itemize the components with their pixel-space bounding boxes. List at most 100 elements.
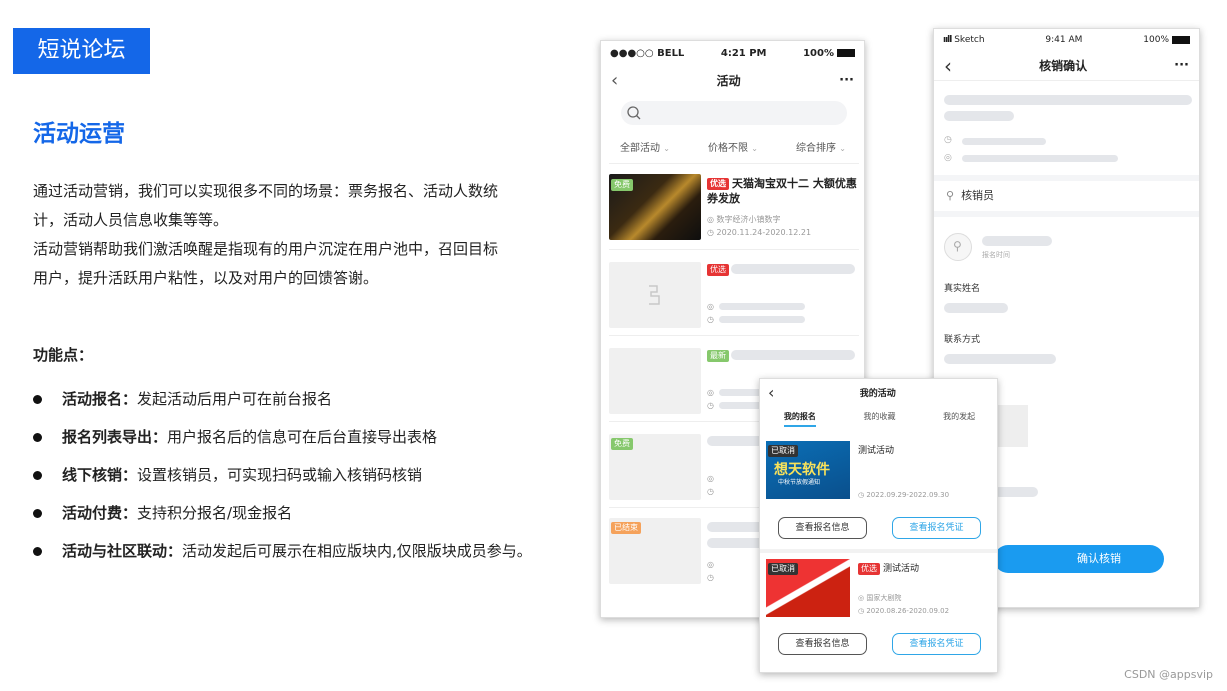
contact-label: 联系方式 <box>944 335 981 345</box>
view-signup-voucher-button[interactable]: 查看报名凭证 <box>892 517 981 539</box>
bullet-icon <box>33 394 42 404</box>
extra-placeholder <box>994 487 1038 497</box>
status-cancelled-badge: 已取消 <box>768 563 798 575</box>
time-placeholder <box>962 138 1046 145</box>
contact-placeholder <box>944 354 1056 364</box>
filter-all-activities[interactable]: 全部活动 ⌄ <box>620 139 670 154</box>
location-icon: ◎ <box>858 594 865 602</box>
battery-icon <box>1172 35 1190 44</box>
feature-name: 报名列表导出： <box>62 428 168 446</box>
bullet-icon <box>33 508 42 518</box>
feature-item: 报名列表导出： 用户报名后的信息可在后台直接导出表格 <box>33 418 532 456</box>
clock-icon: ◷ <box>707 487 714 496</box>
my-activities-screen: ‹ 我的活动 我的报名 我的收藏 我的发起 已取消 想天软件 中秋节放假通知 测… <box>759 378 998 673</box>
intro-line: 用户，提升活跃用户粘性，以及对用户的回馈答谢。 <box>33 269 379 287</box>
activity-card-placeholder[interactable]: 优选 ◎ ◷ <box>609 249 859 328</box>
featured-badge: 优选 <box>858 563 880 575</box>
section-heading: 活动运营 <box>33 121 125 147</box>
banner-title: 想天软件 <box>774 462 830 478</box>
tab-my-favorites[interactable]: 我的收藏 <box>863 411 895 427</box>
title-placeholder <box>944 95 1192 105</box>
view-signup-voucher-button[interactable]: 查看报名凭证 <box>892 633 981 655</box>
signup-item: 已取消 优选 测试活动 ◎ 国家大剧院 ◷ 2020.08.26-2020.09.… <box>760 555 997 665</box>
battery-icon <box>836 48 855 57</box>
bullet-icon <box>33 432 42 442</box>
status-bar: ııll Sketch 9:41 AM 100% <box>934 29 1199 51</box>
features-heading: 功能点： <box>33 346 94 364</box>
user-icon: ⚲ <box>953 239 962 253</box>
feature-item: 线下核销： 设置核销员，可实现扫码或输入核销码核销 <box>33 456 532 494</box>
featured-badge: 优选 <box>707 178 729 190</box>
chevron-down-icon: ⌄ <box>663 144 670 153</box>
title-placeholder <box>707 538 767 548</box>
feature-name: 活动报名： <box>62 390 138 408</box>
intro-text: 通过活动营销，我们可以实现很多不同的场景：票务报名、活动人数统 计，活动人员信息… <box>33 177 533 293</box>
watermark: CSDN @appsvip <box>1124 668 1213 681</box>
confirm-verification-button[interactable]: 确认核销 <box>994 545 1164 573</box>
clock-icon: ◷ <box>707 401 714 410</box>
location-icon: ◎ <box>707 560 714 569</box>
activity-location: ◎ 数字经济小镇数字 <box>707 215 781 224</box>
feature-desc: 用户报名后的信息可在后台直接导出表格 <box>167 428 438 446</box>
filter-sort[interactable]: 综合排序 ⌄ <box>796 139 846 154</box>
banner-subtitle: 中秋节放假通知 <box>778 479 821 486</box>
activity-card[interactable]: 免费 优选 天猫淘宝双十二 大额优惠券发放 ◎ 数字经济小镇数字 ◷ 2020.1… <box>609 163 859 241</box>
newest-badge: 最新 <box>707 350 729 362</box>
feature-name: 活动付费： <box>62 504 138 522</box>
feature-desc: 活动发起后可展示在相应版块内,仅限版块成员参与。 <box>182 542 532 560</box>
real-name-placeholder <box>944 303 1008 313</box>
bullet-icon <box>33 546 42 556</box>
location-icon: ◎ <box>944 153 952 163</box>
filter-price[interactable]: 价格不限 ⌄ <box>708 139 758 154</box>
clock-icon: ◷ <box>858 607 865 615</box>
verifier-row: ⚲ 核销员 <box>946 189 995 202</box>
feature-desc: 支持积分报名/现金报名 <box>137 504 293 522</box>
back-icon[interactable]: ‹ <box>611 70 618 91</box>
view-signup-info-button[interactable]: 查看报名信息 <box>778 633 867 655</box>
nav-bar: ‹ 核销确认 ··· <box>934 51 1199 81</box>
tab-my-created[interactable]: 我的发起 <box>943 411 975 427</box>
user-name-placeholder <box>982 236 1052 246</box>
brand-tag: 短说论坛 <box>13 28 150 74</box>
search-icon <box>627 106 641 120</box>
person-icon: ⚲ <box>946 189 955 202</box>
activity-dates: ◷ 2022.09.29-2022.09.30 <box>858 491 950 499</box>
nav-bar: ‹ 我的活动 <box>760 379 997 405</box>
clock-label: 4:21 PM <box>720 47 767 59</box>
back-icon[interactable]: ‹ <box>944 54 952 78</box>
more-icon[interactable]: ··· <box>839 73 854 88</box>
free-badge: 免费 <box>611 179 633 191</box>
location-placeholder <box>962 155 1118 162</box>
title-placeholder <box>707 522 767 532</box>
chevron-down-icon: ⌄ <box>839 144 846 153</box>
feature-desc: 发起活动后用户可在前台报名 <box>137 390 333 408</box>
intro-line: 计，活动人员信息收集等等。 <box>33 211 229 229</box>
clock-icon: ◷ <box>858 491 865 499</box>
tab-my-signups[interactable]: 我的报名 <box>783 411 816 427</box>
signup-time-label: 报名时间 <box>982 251 1010 259</box>
section-divider <box>934 175 1199 181</box>
feature-name: 活动与社区联动： <box>62 542 183 560</box>
activity-dates: ◷ 2020.08.26-2020.09.02 <box>858 607 950 615</box>
view-signup-info-button[interactable]: 查看报名信息 <box>778 517 867 539</box>
page-title: 我的活动 <box>859 388 896 399</box>
more-icon[interactable]: ··· <box>1174 58 1189 73</box>
subtitle-placeholder <box>944 111 1014 121</box>
battery-indicator: 100% <box>803 48 855 59</box>
nav-bar: ‹ 活动 ··· <box>601 65 864 95</box>
free-badge: 免费 <box>611 438 633 450</box>
search-input[interactable] <box>621 101 847 125</box>
section-divider <box>934 211 1199 217</box>
location-icon: ◎ <box>707 215 714 224</box>
activity-title: 测试活动 <box>858 446 895 456</box>
dates-placeholder <box>719 316 805 323</box>
intro-line: 通过活动营销，我们可以实现很多不同的场景：票务报名、活动人数统 <box>33 182 499 200</box>
featured-badge: 优选 <box>707 264 729 276</box>
title-placeholder <box>731 350 855 360</box>
clock-icon: ◷ <box>707 315 714 324</box>
back-icon[interactable]: ‹ <box>768 383 774 402</box>
title-placeholder <box>707 436 767 446</box>
clock-label: 9:41 AM <box>1045 35 1083 45</box>
status-cancelled-badge: 已取消 <box>768 445 798 457</box>
placeholder-thumbnail <box>609 348 701 414</box>
